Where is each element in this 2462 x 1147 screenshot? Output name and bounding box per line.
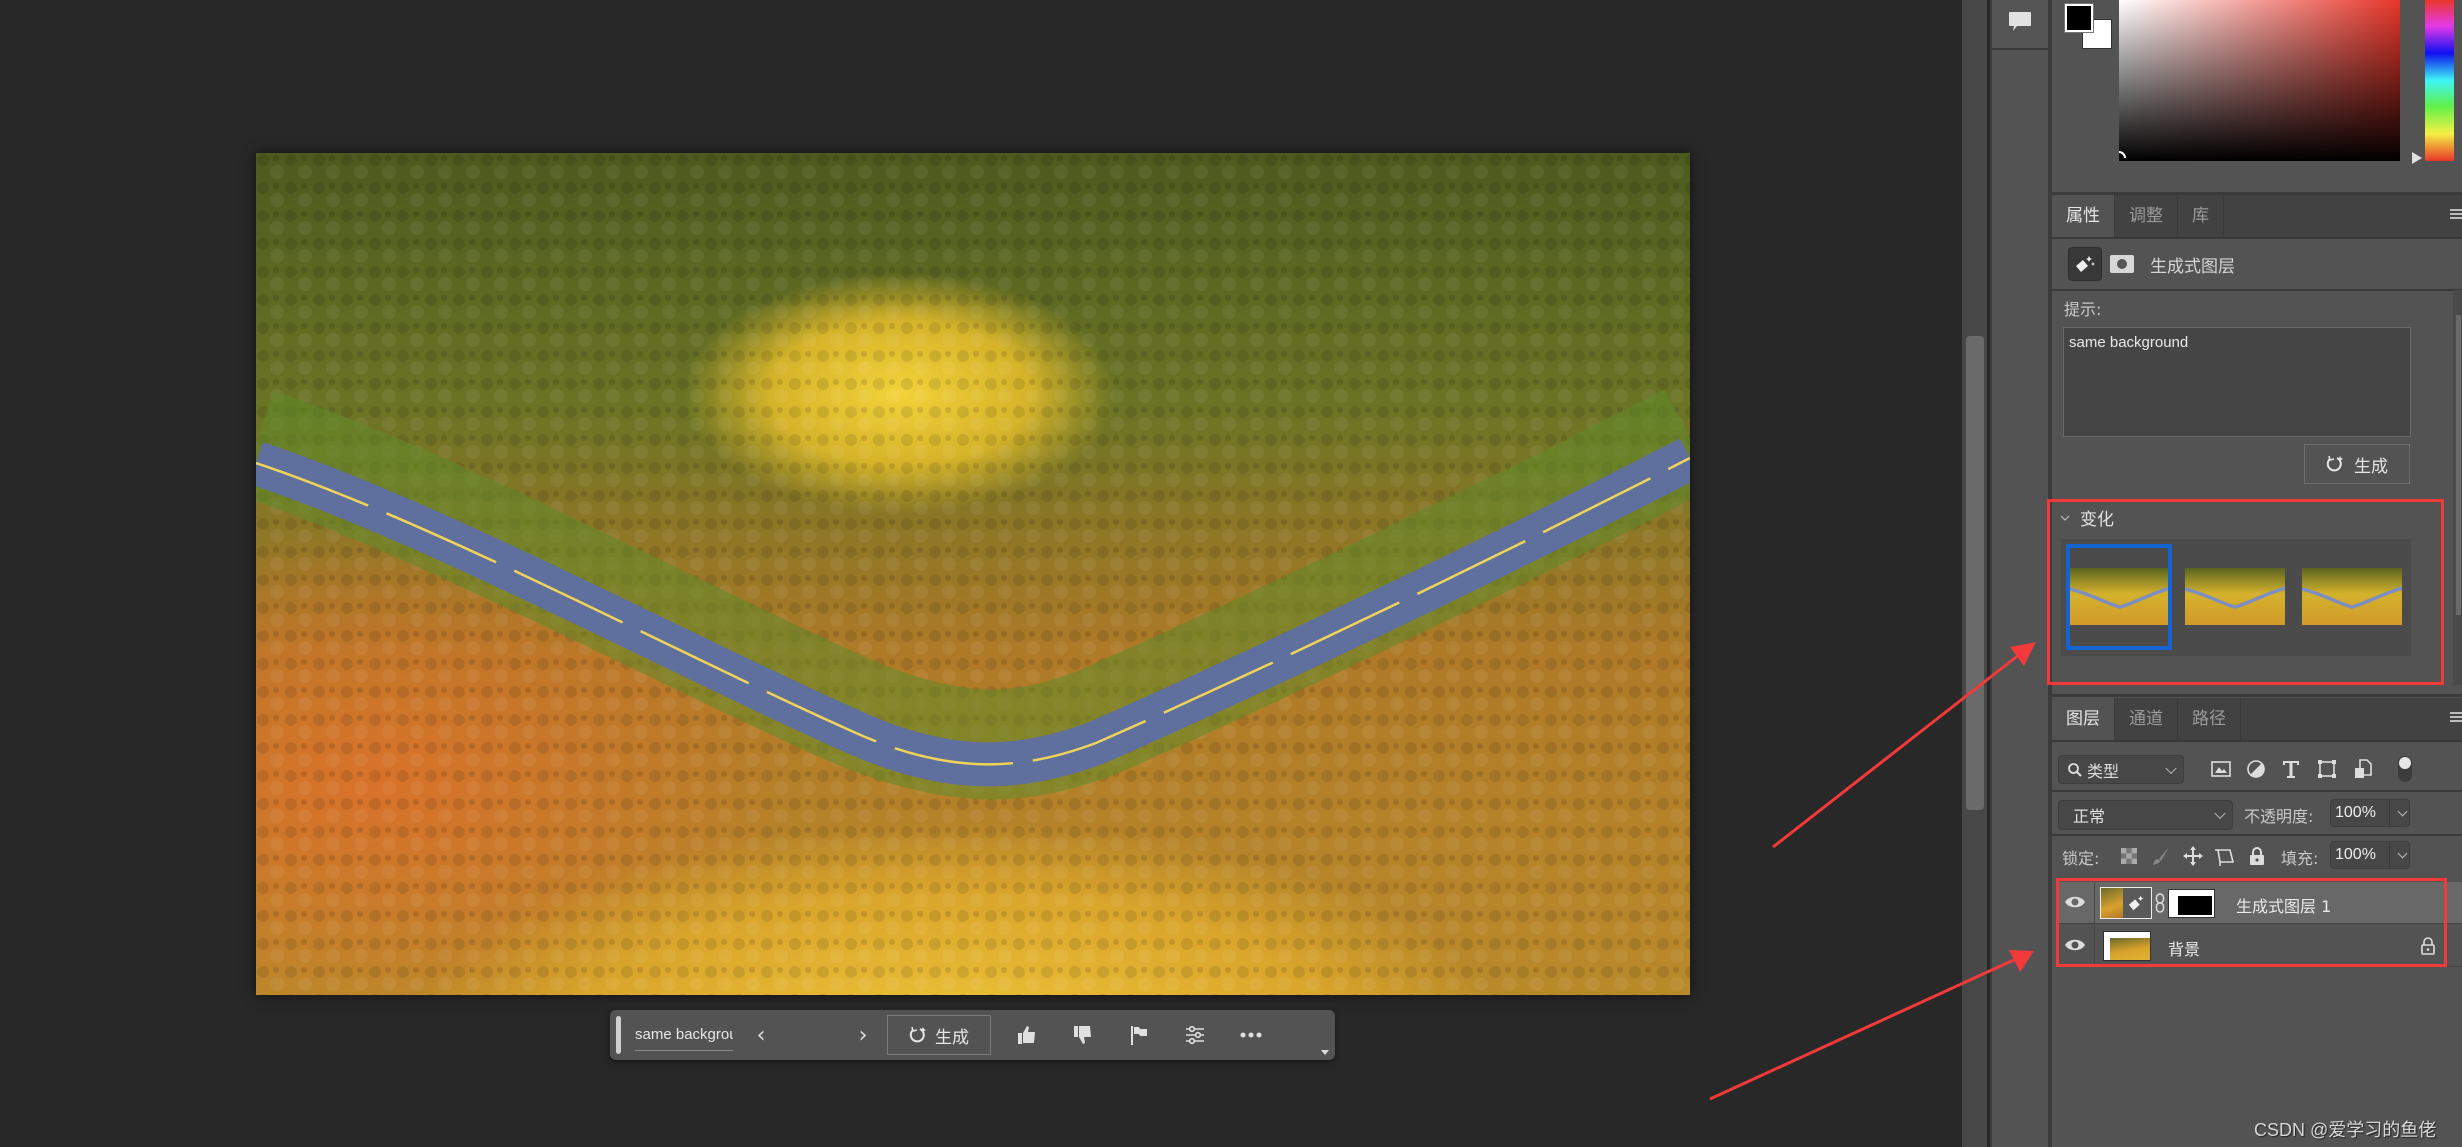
chevron-down-icon[interactable]: [2397, 806, 2408, 816]
forest-road-photo: [256, 153, 1690, 995]
watermark: CSDN @爱学习的鱼佬: [2254, 1120, 2437, 1140]
panel-menu-icon[interactable]: [2450, 209, 2462, 223]
tab-adjustments[interactable]: 调整: [2115, 195, 2178, 237]
foreground-color-swatch[interactable]: [2064, 3, 2094, 33]
generate-button[interactable]: 生成: [2304, 444, 2410, 484]
layers-tabbar: 图层 通道 路径: [2052, 698, 2462, 742]
shape-layer-filter-icon[interactable]: [2316, 758, 2338, 780]
hue-slider-pointer[interactable]: [2412, 152, 2422, 164]
mask-icon[interactable]: [2110, 255, 2134, 273]
layer-kind-filter[interactable]: 类型: [2058, 755, 2184, 784]
taskbar-generate-button[interactable]: 生成: [887, 1015, 991, 1055]
lock-transparent-pixels-icon[interactable]: [2118, 845, 2140, 867]
properties-scrollbar-thumb[interactable]: [2456, 315, 2461, 615]
generate-label: 生成: [2354, 456, 2388, 477]
color-picker-field[interactable]: [2119, 0, 2400, 161]
fill-value[interactable]: 100%: [2331, 842, 2390, 868]
comment-icon[interactable]: [2008, 10, 2032, 34]
lock-position-icon[interactable]: [2182, 845, 2204, 867]
fill-label: 填充:: [2281, 849, 2319, 868]
chevron-right-icon[interactable]: ›: [851, 1020, 875, 1050]
annotation-box-layers: [2056, 878, 2447, 967]
canvas-scrollbar-thumb[interactable]: [1966, 336, 1984, 810]
regenerate-icon: [909, 1026, 926, 1043]
taskbar-prompt-field[interactable]: same backgrou...: [635, 1020, 733, 1051]
properties-tabbar: 属性 调整 库: [2052, 195, 2462, 239]
opacity-field[interactable]: 100%: [2330, 799, 2410, 827]
chevron-down-icon[interactable]: [2397, 848, 2408, 858]
properties-header: 生成式图层: [2052, 239, 2462, 291]
tab-libraries[interactable]: 库: [2178, 195, 2224, 237]
chevron-down-icon: [2165, 762, 2177, 774]
contextual-taskbar: same backgrou... ‹ › 生成: [610, 1010, 1335, 1060]
layer-filter-toggle[interactable]: [2398, 756, 2412, 782]
thumbs-down-icon[interactable]: [1055, 1015, 1111, 1055]
thumbs-up-icon[interactable]: [999, 1015, 1055, 1055]
collapsed-panel-strip: [1990, 0, 2050, 1147]
lock-all-icon[interactable]: [2246, 845, 2268, 867]
blend-mode-value: 正常: [2073, 807, 2106, 826]
search-icon: [2068, 762, 2082, 777]
flag-icon[interactable]: [1111, 1015, 1167, 1055]
fill-field[interactable]: 100%: [2330, 841, 2410, 869]
panel-menu-icon[interactable]: [2450, 712, 2462, 726]
chevron-left-icon[interactable]: ‹: [749, 1020, 773, 1050]
chevron-down-icon: [2214, 807, 2226, 820]
layer-kind-value: 类型: [2087, 761, 2120, 781]
smart-object-filter-icon[interactable]: [2352, 758, 2374, 780]
adjustment-layer-filter-icon[interactable]: [2245, 758, 2267, 780]
opacity-value[interactable]: 100%: [2331, 800, 2390, 826]
tab-channels[interactable]: 通道: [2115, 698, 2178, 740]
tab-layers[interactable]: 图层: [2052, 698, 2115, 740]
lock-image-pixels-icon[interactable]: [2150, 845, 2172, 867]
opacity-label: 不透明度:: [2244, 807, 2314, 826]
canvas-image[interactable]: [256, 153, 1690, 995]
lock-artboard-icon[interactable]: [2214, 845, 2236, 867]
generative-layer-icon[interactable]: [2068, 247, 2102, 281]
type-layer-filter-icon[interactable]: [2280, 758, 2302, 780]
blend-mode-select[interactable]: 正常: [2058, 800, 2233, 830]
drag-handle[interactable]: [616, 1016, 621, 1054]
lock-label: 锁定:: [2062, 849, 2100, 868]
prompt-textarea[interactable]: same background: [2063, 327, 2411, 437]
prompt-label: 提示:: [2064, 300, 2102, 319]
sliders-icon[interactable]: [1167, 1015, 1223, 1055]
annotation-box-variations: [2047, 499, 2444, 685]
tab-paths[interactable]: 路径: [2178, 698, 2241, 740]
taskbar-options-caret-icon[interactable]: [1321, 1050, 1329, 1055]
pixel-layer-filter-icon[interactable]: [2210, 758, 2232, 780]
more-icon[interactable]: [1223, 1015, 1279, 1055]
properties-layer-type: 生成式图层: [2150, 256, 2235, 277]
generate-label: 生成: [935, 1027, 969, 1048]
tab-properties[interactable]: 属性: [2052, 195, 2115, 237]
regenerate-icon: [2326, 455, 2343, 472]
panel-divider: [2052, 694, 2462, 697]
hue-slider[interactable]: [2425, 0, 2454, 161]
